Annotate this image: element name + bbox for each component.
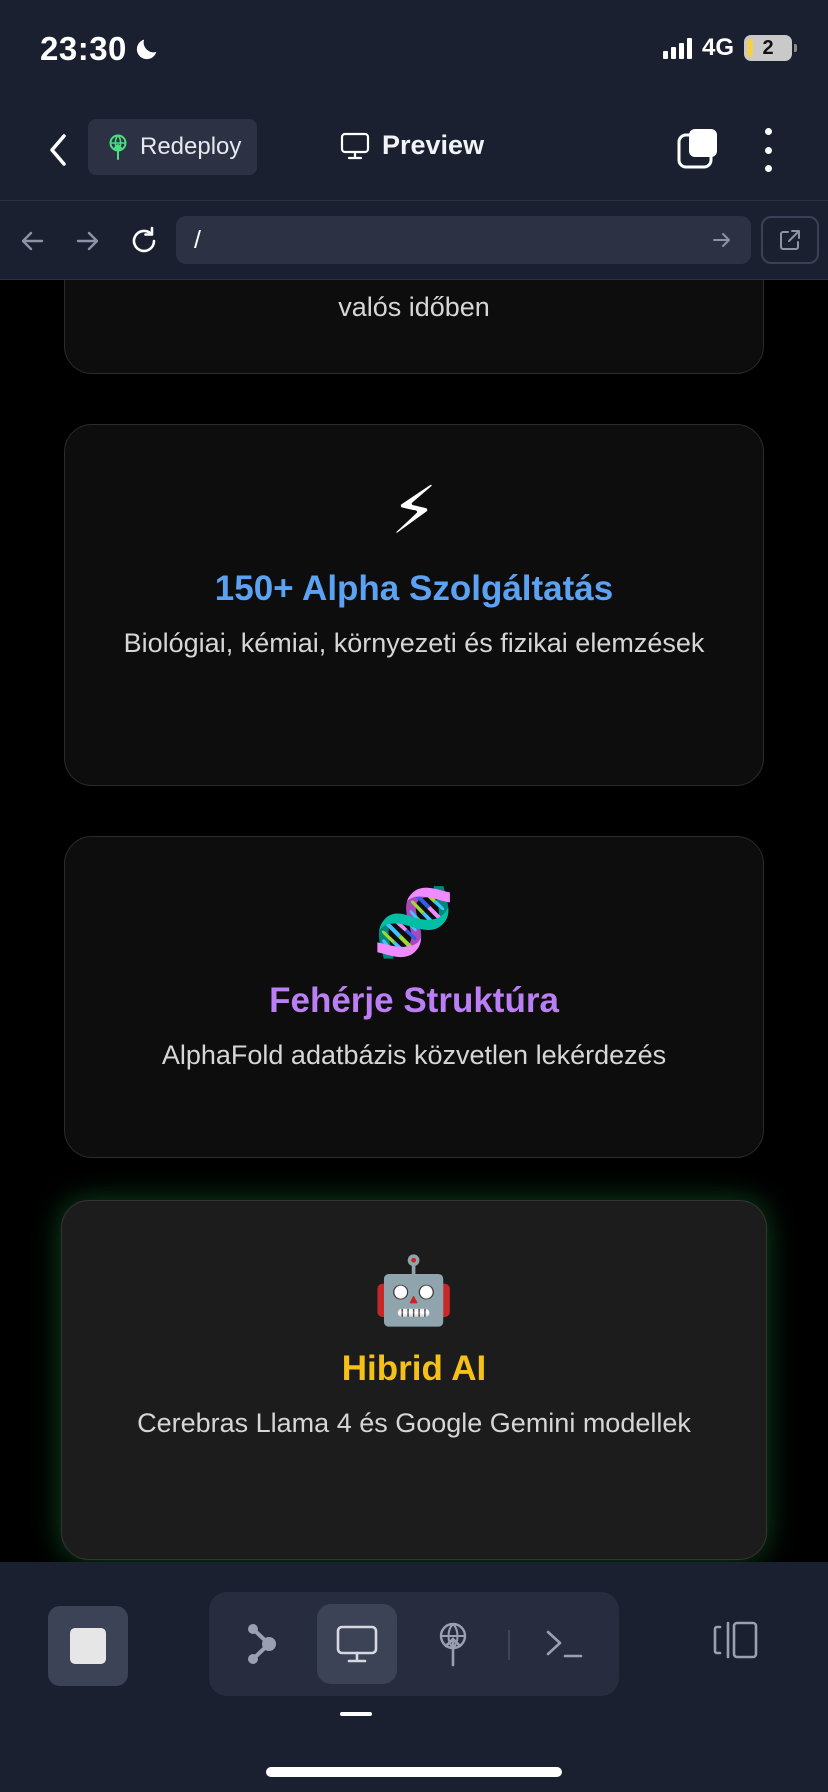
feature-card: valós időben [64,280,764,374]
feature-card-description: Biológiai, kémiai, környezeti és fizikai… [123,628,705,658]
workflow-icon [248,1624,276,1664]
deploy-tool[interactable] [413,1604,493,1684]
preview-content: valós időben ⚡ 150+ Alpha Szolgáltatás B… [0,280,828,1562]
deploy-icon [439,1622,467,1667]
feature-card: ⚡ 150+ Alpha Szolgáltatás Biológiai, kém… [64,424,764,786]
url-bar [0,200,828,280]
deploy-icon [109,134,127,160]
network-type: 4G [701,34,734,61]
feature-card-title: Fehérje Struktúra [269,981,559,1020]
robot-icon: 🤖 [372,1253,456,1327]
chevron-left-icon [50,134,66,166]
dna-icon: 🧬 [372,885,456,959]
workflow-tool[interactable] [221,1604,301,1684]
redeploy-label: Redeploy [140,133,242,160]
arrow-right-icon [76,231,99,251]
split-layout-icon [713,1621,758,1659]
status-indicators: 4G 2 [662,34,797,62]
terminal-icon [546,1630,583,1658]
more-vertical-icon-dot [764,128,772,135]
signal-icon [662,37,692,59]
tabs-icon [677,129,717,169]
open-external-button[interactable] [761,216,819,264]
moon-icon [136,39,157,60]
battery-icon: 2 [744,35,797,61]
more-vertical-icon-dot [764,146,772,154]
bottom-toolbar [0,1562,828,1792]
active-tab-indicator [340,1712,372,1716]
browser-back-button[interactable] [14,223,50,259]
page-title: Preview [340,130,484,161]
reload-button[interactable] [126,223,162,259]
feature-card-description: AlphaFold adatbázis közvetlen lekérdezés [161,1040,667,1070]
tool-group [209,1592,619,1696]
tabs-button[interactable] [676,126,720,170]
more-vertical-icon-dot [764,165,772,172]
divider [508,1630,510,1660]
feature-card-description: Cerebras Llama 4 és Google Gemini modell… [137,1408,691,1438]
feature-card: 🧬 Fehérje Struktúra AlphaFold adatbázis … [64,836,764,1158]
monitor-icon [336,1625,378,1663]
status-bar: 23:30 4G 2 [0,0,828,100]
external-link-icon [780,230,800,250]
arrow-left-icon [21,231,44,251]
terminal-tool[interactable] [525,1604,605,1684]
preview-tool[interactable] [317,1604,397,1684]
status-time: 23:30 [40,30,161,68]
reload-icon [132,226,156,253]
redeploy-button[interactable]: Redeploy [88,119,257,175]
back-button[interactable] [38,128,78,172]
stop-button[interactable] [48,1606,128,1686]
feature-card: 🤖 Hibrid AI Cerebras Llama 4 és Google G… [61,1200,767,1560]
url-field[interactable] [176,216,751,264]
arrow-right-icon[interactable] [711,230,733,250]
url-input[interactable] [194,225,711,255]
page-title-label: Preview [382,130,485,160]
feature-card-title: 150+ Alpha Szolgáltatás [214,569,614,608]
layout-toggle-button[interactable] [712,1620,760,1665]
browser-forward-button[interactable] [70,223,106,259]
clock: 23:30 [40,30,127,67]
battery-level: 2 [762,36,774,59]
home-indicator [266,1767,562,1777]
feature-card-description: valós időben [338,292,490,322]
lightning-icon: ⚡ [390,473,438,547]
more-options-button[interactable] [752,124,784,176]
top-nav: Redeploy Preview [0,100,828,200]
feature-card-title: Hibrid AI [341,1349,487,1388]
monitor-icon [340,132,370,159]
stop-icon [70,1628,106,1664]
